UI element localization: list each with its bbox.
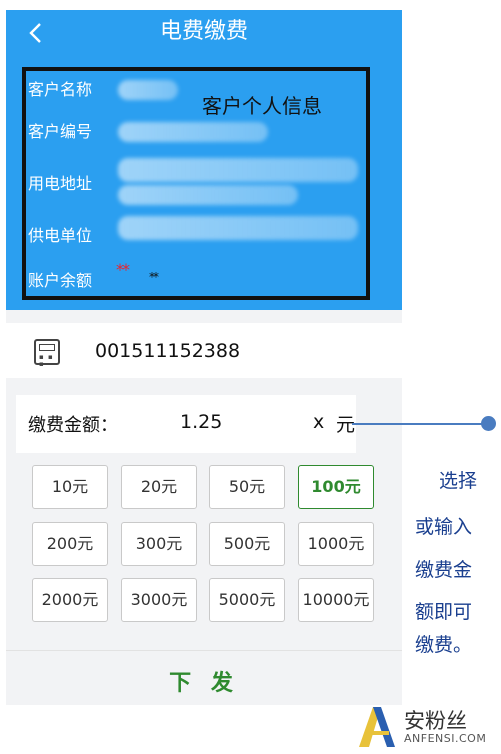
amount-input-row[interactable]: 缴费金额： 1.25 x 元	[16, 395, 356, 453]
redacted-supply-unit	[118, 216, 358, 240]
preset-100[interactable]: 100元	[298, 465, 374, 509]
page-title: 电费缴费	[159, 19, 248, 44]
preset-50[interactable]: 50元	[209, 465, 285, 509]
balance-mask-black: **	[149, 270, 159, 284]
balance-mask-red: **	[116, 260, 130, 279]
annotation-dot-icon	[481, 416, 496, 431]
redacted-address-line1	[118, 158, 358, 182]
preset-20[interactable]: 20元	[121, 465, 197, 509]
redacted-customer-id	[118, 122, 268, 142]
annotation-connector-line	[352, 423, 488, 425]
submit-button[interactable]: 下 发	[6, 665, 402, 697]
annotation-line-4: 额即可	[415, 601, 473, 623]
preset-500[interactable]: 500元	[209, 522, 285, 566]
annotation-line-5: 缴费。	[415, 634, 473, 656]
clear-amount-button[interactable]: x	[313, 411, 324, 433]
watermark-cn: 安粉丝	[404, 709, 467, 733]
preset-2000[interactable]: 2000元	[32, 578, 108, 622]
meter-row[interactable]: ▪ ▪ ▪ 001511152388	[6, 323, 402, 378]
annotation-line-3: 缴费金	[415, 559, 473, 581]
footer-bar: 下 发	[6, 650, 402, 705]
preset-1000[interactable]: 1000元	[298, 522, 374, 566]
phone-screen: 电费缴费 客户个人信息 客户名称 客户编号 用电地址 供电单位 账户余额 ** …	[6, 10, 402, 705]
preset-3000[interactable]: 3000元	[121, 578, 197, 622]
annotation-line-1: 选择	[439, 470, 478, 492]
preset-200[interactable]: 200元	[32, 522, 108, 566]
header-panel: 电费缴费 客户个人信息 客户名称 客户编号 用电地址 供电单位 账户余额 ** …	[6, 10, 402, 310]
label-customer-name: 客户名称	[28, 80, 93, 99]
preset-5000[interactable]: 5000元	[209, 578, 285, 622]
watermark-logo-icon	[359, 707, 395, 747]
annotation-line-2: 或输入	[415, 516, 473, 538]
preset-300[interactable]: 300元	[121, 522, 197, 566]
label-supply-unit: 供电单位	[28, 226, 93, 245]
amount-label: 缴费金额：	[28, 415, 118, 436]
redacted-customer-name	[118, 80, 178, 100]
label-customer-id: 客户编号	[28, 122, 93, 141]
preset-10[interactable]: 10元	[32, 465, 108, 509]
customer-info-title: 客户个人信息	[202, 94, 322, 118]
label-balance: 账户余额	[28, 271, 93, 290]
amount-input[interactable]: 1.25	[180, 411, 222, 433]
preset-10000[interactable]: 10000元	[298, 578, 374, 622]
label-address: 用电地址	[28, 174, 93, 193]
redacted-address-line2	[118, 185, 298, 205]
meter-number: 001511152388	[95, 340, 241, 362]
meter-icon: ▪ ▪ ▪	[34, 339, 60, 368]
watermark-en: ANFENSI.COM	[404, 732, 487, 745]
